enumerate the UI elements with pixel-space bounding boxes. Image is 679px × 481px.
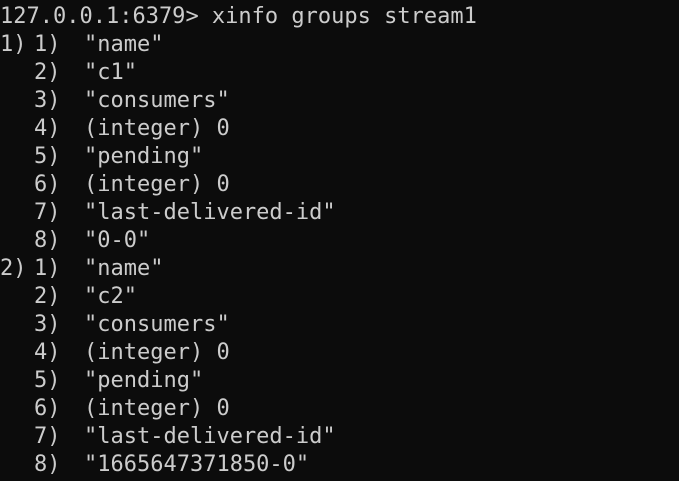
output-value: "pending": [84, 368, 204, 393]
output-line: 5) "pending": [0, 143, 679, 171]
output-value: "name": [84, 256, 164, 281]
inner-index: 1): [34, 256, 61, 281]
output-line: 7) "last-delivered-id": [0, 199, 679, 227]
outer-index: 1): [0, 32, 27, 57]
inner-index: 3): [34, 88, 61, 113]
output-line: 3) "consumers": [0, 311, 679, 339]
output-value: (integer) 0: [84, 116, 230, 141]
inner-index: 8): [34, 228, 61, 253]
output-value: "pending": [84, 144, 204, 169]
output-line: 5) "pending": [0, 367, 679, 395]
terminal-window[interactable]: 127.0.0.1:6379> xinfo groups stream1 1) 1…: [0, 0, 679, 481]
inner-index: 2): [34, 60, 61, 85]
prompt-command: xinfo groups stream1: [198, 4, 477, 29]
inner-index: 4): [34, 340, 61, 365]
output-line: 1) 1) "name": [0, 31, 679, 59]
inner-index: 2): [34, 284, 61, 309]
output-line: 3) "consumers": [0, 87, 679, 115]
prompt-line: 127.0.0.1:6379> xinfo groups stream1: [0, 3, 679, 31]
inner-index: 7): [34, 200, 61, 225]
output-value: "1665647371850-0": [84, 452, 310, 477]
output-line: 7) "last-delivered-id": [0, 423, 679, 451]
inner-index: 5): [34, 368, 61, 393]
inner-index: 8): [34, 452, 61, 477]
output-value: "c2": [84, 284, 137, 309]
outer-index: 2): [0, 256, 27, 281]
prompt-separator: >: [185, 4, 199, 29]
output-value: "consumers": [84, 312, 230, 337]
output-line: 8) "1665647371850-0": [0, 451, 679, 479]
inner-index: 7): [34, 424, 61, 449]
output-value: (integer) 0: [84, 340, 230, 365]
output-line: 2) 1) "name": [0, 255, 679, 283]
output-line: 6) (integer) 0: [0, 395, 679, 423]
inner-index: 3): [34, 312, 61, 337]
inner-index: 4): [34, 116, 61, 141]
output-value: (integer) 0: [84, 396, 230, 421]
output-line: 4) (integer) 0: [0, 115, 679, 143]
output-line: 2) "c1": [0, 59, 679, 87]
output-value: "0-0": [84, 228, 151, 253]
output-value: "c1": [84, 60, 137, 85]
inner-index: 6): [34, 396, 61, 421]
inner-index: 6): [34, 172, 61, 197]
output-value: "name": [84, 32, 164, 57]
output-value: "last-delivered-id": [84, 424, 336, 449]
prompt-host: 127.0.0.1:6379: [0, 4, 186, 29]
output-value: (integer) 0: [84, 172, 230, 197]
output-line: 2) "c2": [0, 283, 679, 311]
inner-index: 1): [34, 32, 61, 57]
output-line: 4) (integer) 0: [0, 339, 679, 367]
output-line: 8) "0-0": [0, 227, 679, 255]
output-value: "last-delivered-id": [84, 200, 336, 225]
output-value: "consumers": [84, 88, 230, 113]
inner-index: 5): [34, 144, 61, 169]
output-line: 6) (integer) 0: [0, 171, 679, 199]
